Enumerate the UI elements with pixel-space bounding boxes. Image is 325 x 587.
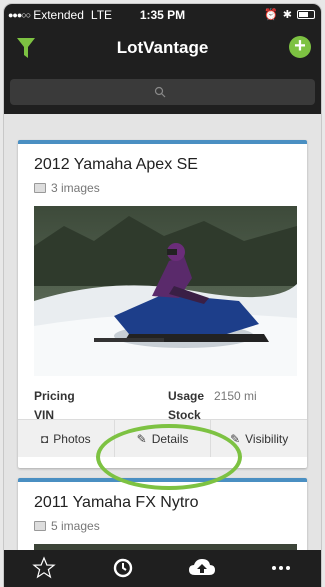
app-title: LotVantage [116, 38, 209, 57]
status-bar: ●●●○○ Extended LTE 1:35 PM ⏰ ✱ [4, 4, 321, 26]
visibility-label: Visibility [245, 431, 289, 446]
vehicle-title: 2012 Yamaha Apex SE [34, 156, 198, 173]
image-count: 5 images [34, 519, 100, 533]
vehicle-card[interactable]: 2012 Yamaha Apex SE 3 images Pricing VIN… [18, 140, 307, 468]
bluetooth-icon: ✱ [282, 9, 292, 21]
star-icon [31, 556, 56, 579]
search-bar [4, 70, 321, 114]
status-right: ⏰ ✱ [264, 8, 315, 21]
tab-more[interactable] [242, 550, 321, 587]
vehicle-title: 2011 Yamaha FX Nytro [34, 494, 199, 511]
refresh-icon [113, 558, 133, 578]
tab-bar [4, 550, 321, 587]
image-count-label: 5 images [51, 519, 100, 533]
more-icon [272, 566, 291, 570]
tab-favorites[interactable] [4, 550, 83, 587]
image-icon [34, 521, 46, 531]
battery-icon [297, 10, 315, 19]
usage-label: Usage [168, 389, 205, 403]
add-button[interactable]: + [289, 36, 311, 58]
highlight-circle [96, 424, 242, 490]
vehicle-photo[interactable] [34, 206, 297, 376]
image-icon [34, 183, 46, 193]
image-count: 3 images [34, 181, 100, 195]
usage-value: 2150 mi [214, 389, 257, 403]
alarm-icon: ⏰ [264, 9, 278, 21]
image-count-label: 3 images [51, 181, 100, 195]
camera-icon: ◘ [41, 431, 49, 446]
photos-label: Photos [53, 431, 91, 446]
screen: ●●●○○ Extended LTE 1:35 PM ⏰ ✱ LotVantag… [4, 4, 321, 587]
pricing-label: Pricing [34, 389, 75, 403]
nav-bar: LotVantage + [4, 26, 321, 70]
device-frame: ●●●○○ Extended LTE 1:35 PM ⏰ ✱ LotVantag… [0, 0, 325, 587]
cloud-upload-icon [189, 559, 216, 575]
search-icon [154, 86, 166, 98]
tab-refresh[interactable] [83, 550, 162, 587]
tab-upload[interactable] [163, 550, 242, 587]
